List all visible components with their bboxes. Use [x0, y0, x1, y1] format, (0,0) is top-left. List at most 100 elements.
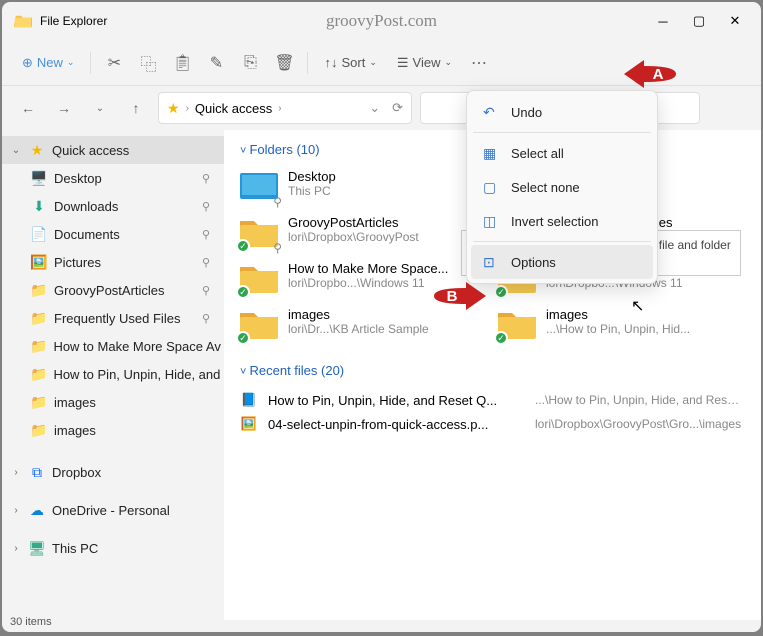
sidebar-item[interactable]: ⬇Downloads⚲	[2, 192, 224, 220]
cursor-icon: ↖	[631, 296, 644, 316]
recent-section-header[interactable]: Recent files (20)	[240, 363, 749, 378]
sort-icon: ↑↓	[324, 55, 337, 70]
star-icon: ★	[28, 142, 46, 159]
folder-name: Desktop	[288, 169, 482, 184]
folder-icon: ⚲	[238, 169, 280, 205]
folder-item[interactable]: ✓images...\How to Pin, Unpin, Hid...	[494, 305, 742, 345]
chevron-right-icon: ›	[186, 103, 189, 114]
sort-button[interactable]: ↑↓ Sort ⌄	[316, 50, 384, 75]
folder-icon: 📁	[30, 422, 48, 439]
rename-icon[interactable]: ✎	[207, 54, 225, 72]
sync-badge: ✓	[494, 331, 508, 345]
file-name: 04-select-unpin-from-quick-access.p...	[268, 417, 525, 432]
folder-path: ...\How to Pin, Unpin, Hid...	[546, 322, 740, 336]
sidebar-item-label: images	[54, 395, 96, 410]
undo-icon: ↶	[483, 104, 499, 121]
select-all-icon: ▦	[483, 145, 499, 162]
up-button[interactable]: ↑	[122, 94, 150, 122]
sidebar-item[interactable]: 📁images	[2, 416, 224, 444]
folder-path: This PC	[288, 184, 482, 198]
paste-icon[interactable]: 📋︎	[173, 54, 191, 72]
pin-icon: ⚲	[202, 312, 216, 325]
sidebar-item[interactable]: 📁 How to Pin, Unpin, Hide, and	[2, 360, 224, 388]
star-icon: ★	[167, 100, 180, 117]
sidebar-onedrive[interactable]: › ☁ OneDrive - Personal	[2, 496, 224, 524]
address-location: Quick access	[195, 101, 272, 116]
file-path: lori\Dropbox\GroovyPost\Gro...\images	[535, 417, 745, 431]
folder-item[interactable]: ⚲ DesktopThis PC	[236, 167, 484, 207]
folder-icon: 📁	[30, 338, 47, 355]
chevron-right-icon[interactable]: ›	[10, 467, 22, 478]
chevron-down-icon: ⌄	[444, 57, 452, 68]
sidebar-item-label: How to Pin, Unpin, Hide, and	[53, 367, 220, 382]
folder-icon: 🖥️	[30, 170, 48, 187]
folder-icon: 📁	[30, 366, 47, 383]
sidebar-item[interactable]: 📁Frequently Used Files⚲	[2, 304, 224, 332]
invert-icon: ◫	[483, 213, 499, 230]
menu-options[interactable]: ⊡ Options	[471, 245, 653, 279]
sidebar-item-label: Frequently Used Files	[54, 311, 180, 326]
status-bar: 30 items	[8, 614, 54, 630]
folder-icon: 📄	[30, 226, 48, 243]
address-bar[interactable]: ★ › Quick access › ⌄ ⟳	[158, 92, 412, 124]
chevron-down-icon[interactable]: ⌄	[10, 145, 22, 156]
sidebar-item-label: How to Make More Space Av	[53, 339, 220, 354]
folder-item[interactable]: ✓⚲GroovyPostArticleslori\Dropbox\GroovyP…	[236, 213, 484, 253]
context-menu: ↶ Undo ▦ Select all ▢ Select none ◫ Inve…	[466, 90, 658, 284]
chevron-right-icon[interactable]: ›	[10, 505, 22, 516]
folder-icon: ✓⚲	[238, 215, 280, 251]
menu-invert-selection[interactable]: ◫ Invert selection	[471, 204, 653, 238]
history-button[interactable]: ⌄	[86, 94, 114, 122]
titlebar: File Explorer groovyPost.com ─ ▢ ✕	[2, 2, 761, 40]
cut-icon[interactable]: ✂	[105, 54, 123, 72]
chevron-down-icon[interactable]: ⌄	[369, 100, 380, 116]
sidebar-dropbox[interactable]: › ⧉ Dropbox	[2, 458, 224, 486]
pin-icon: ⚲	[202, 284, 216, 297]
close-button[interactable]: ✕	[729, 15, 741, 27]
dropbox-icon: ⧉	[28, 464, 46, 481]
back-button[interactable]: ←	[14, 94, 42, 122]
maximize-button[interactable]: ▢	[693, 15, 705, 27]
sidebar: ⌄ ★ Quick access 🖥️ Desktop ⚲ ⬇ Downloads ⚲ 📄 D…	[2, 130, 224, 620]
select-none-icon: ▢	[483, 179, 499, 196]
file-row[interactable]: 📘How to Pin, Unpin, Hide, and Reset Q...…	[236, 388, 749, 412]
sidebar-thispc[interactable]: › 🖥︎ This PC	[2, 534, 224, 562]
folder-icon: ✓	[496, 307, 538, 343]
share-icon[interactable]: ⎘	[241, 54, 259, 72]
file-icon: 📘	[240, 392, 258, 408]
plus-icon: ⊕	[22, 55, 33, 71]
sidebar-item-label: Pictures	[54, 255, 101, 270]
menu-undo[interactable]: ↶ Undo	[471, 95, 653, 129]
menu-select-none[interactable]: ▢ Select none	[471, 170, 653, 204]
forward-button[interactable]: →	[50, 94, 78, 122]
folder-icon: ⬇	[30, 198, 48, 215]
sidebar-item[interactable]: 🖼️Pictures⚲	[2, 248, 224, 276]
svg-text:A: A	[653, 66, 664, 83]
sidebar-item[interactable]: 📁images	[2, 388, 224, 416]
separator	[90, 52, 91, 74]
sidebar-item[interactable]: 📁 How to Make More Space Av	[2, 332, 224, 360]
pc-icon: 🖥︎	[28, 540, 46, 557]
folder-icon: 🖼️	[30, 254, 48, 271]
new-button[interactable]: ⊕ New ⌄	[14, 50, 82, 76]
sidebar-item[interactable]: 📁GroovyPostArticles⚲	[2, 276, 224, 304]
sidebar-item-label: Desktop	[54, 171, 102, 186]
menu-select-all[interactable]: ▦ Select all	[471, 136, 653, 170]
view-button[interactable]: ☰ View ⌄	[389, 50, 460, 76]
view-icon: ☰	[397, 55, 409, 71]
file-explorer-window: File Explorer groovyPost.com ─ ▢ ✕ ⊕ New…	[2, 2, 761, 632]
sidebar-item[interactable]: 🖥️Desktop⚲	[2, 164, 224, 192]
minimize-button[interactable]: ─	[657, 15, 669, 27]
chevron-right-icon[interactable]: ›	[10, 543, 22, 554]
sidebar-item[interactable]: 📄Documents⚲	[2, 220, 224, 248]
refresh-icon[interactable]: ⟳	[392, 100, 403, 116]
sidebar-item-label: Documents	[54, 227, 120, 242]
more-button[interactable]: ⋯	[470, 54, 488, 72]
copy-icon[interactable]: ⿻	[139, 54, 157, 72]
delete-icon[interactable]: 🗑︎	[275, 54, 293, 72]
sidebar-quick-access[interactable]: ⌄ ★ Quick access	[2, 136, 224, 164]
file-row[interactable]: 🖼️04-select-unpin-from-quick-access.p...…	[236, 412, 749, 436]
folder-name: GroovyPostArticles	[288, 215, 482, 230]
sync-badge: ✓	[236, 239, 250, 253]
sidebar-item-label: Downloads	[54, 199, 118, 214]
